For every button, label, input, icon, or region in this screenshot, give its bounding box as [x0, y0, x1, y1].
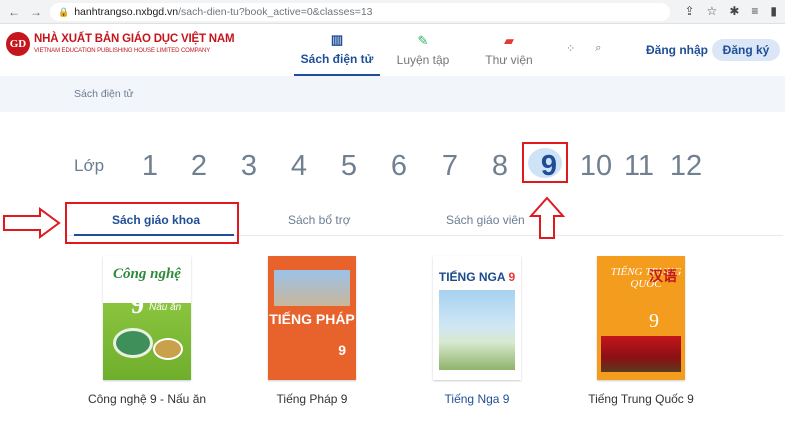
nav-label: Luyện tập: [396, 53, 450, 67]
grade-label: Lớp: [74, 156, 105, 175]
book-card[interactable]: TIẾNG TRUNG QUỐC 汉语 9 Tiếng Trung Quốc 9: [561, 256, 721, 406]
publisher-logo[interactable]: GD NHÀ XUẤT BẢN GIÁO DỤC VIỆT NAM VIETNA…: [6, 32, 235, 56]
book-title[interactable]: Tiếng Pháp 9: [232, 392, 392, 406]
nav-label: Sách điện tử: [300, 52, 374, 66]
logo-badge: GD: [6, 32, 30, 56]
grade-3[interactable]: 3: [224, 150, 274, 183]
book-icon: ▥: [330, 32, 344, 47]
library-icon: ▰: [504, 33, 514, 48]
lock-icon: 🔒: [58, 6, 70, 17]
book-cover[interactable]: TIẾNG TRUNG QUỐC 汉语 9: [597, 256, 685, 380]
nav-label: Thư viện: [485, 53, 533, 67]
share-icon[interactable]: ⇪: [684, 4, 694, 18]
browser-toolbar: ← → ⟳ 🔒 hanhtrangso.nxbgd.vn/sach-dien-t…: [0, 0, 785, 24]
grade-highlight-box: [522, 142, 568, 183]
nav-thu-vien[interactable]: ▰ Thư viện: [466, 24, 552, 76]
grade-7[interactable]: 7: [424, 150, 476, 183]
grade-8[interactable]: 8: [476, 150, 524, 183]
grade-4[interactable]: 4: [274, 150, 324, 183]
grade-2[interactable]: 2: [174, 150, 224, 183]
book-cover[interactable]: TIẾNG PHÁP 9: [268, 256, 356, 380]
address-bar[interactable]: 🔒 hanhtrangso.nxbgd.vn/sach-dien-tu?book…: [50, 3, 670, 21]
star-icon[interactable]: ☆: [707, 4, 718, 18]
tab-highlight-box: [65, 202, 239, 244]
login-link[interactable]: Đăng nhập: [646, 43, 708, 57]
book-title[interactable]: Công nghệ 9 - Nấu ăn: [67, 392, 227, 406]
book-title[interactable]: Tiếng Trung Quốc 9: [561, 392, 721, 406]
pencil-icon: ✎: [417, 33, 429, 48]
book-card[interactable]: Công nghệ 9 Nấu ăn Công nghệ 9 - Nấu ăn: [67, 256, 227, 406]
grade-10[interactable]: 10: [574, 150, 618, 183]
grade-12[interactable]: 12: [660, 150, 712, 183]
nav-sach-dien-tu[interactable]: ▥ Sách điện tử: [294, 24, 380, 76]
grade-11[interactable]: 11: [618, 150, 660, 183]
forward-icon[interactable]: →: [30, 5, 42, 19]
main-nav: ▥ Sách điện tử ✎ Luyện tập ▰ Thư viện: [294, 24, 552, 76]
arrow-right-icon: [3, 207, 61, 239]
logo-subtitle: VIETNAM EDUCATION PUBLISHING HOUSE LIMIT…: [34, 47, 211, 54]
book-card[interactable]: TIẾNG NGA 9 Tiếng Nga 9: [397, 256, 557, 406]
arrow-up-icon: [528, 196, 566, 239]
book-card[interactable]: TIẾNG PHÁP 9 Tiếng Pháp 9: [232, 256, 392, 406]
url-host: hanhtrangso.nxbgd.vn: [74, 6, 179, 18]
logo-title: NHÀ XUẤT BẢN GIÁO DỤC VIỆT NAM: [34, 33, 235, 46]
media-icon[interactable]: ≡: [751, 4, 758, 18]
breadcrumb-item: Sách điện tử: [74, 88, 134, 100]
search-icon[interactable]: ⌕: [595, 42, 601, 55]
site-header: GD NHÀ XUẤT BẢN GIÁO DỤC VIỆT NAM VIETNA…: [0, 24, 785, 76]
back-icon[interactable]: ←: [8, 5, 20, 19]
url-path: /sach-dien-tu?book_active=0&classes=13: [178, 6, 373, 18]
register-button[interactable]: Đăng ký: [712, 39, 780, 61]
extensions-icon[interactable]: ✱: [729, 4, 739, 18]
breadcrumb: Sách điện tử: [0, 76, 785, 112]
tab-sach-giao-vien[interactable]: Sách giáo viên: [446, 213, 525, 227]
book-cover[interactable]: TIẾNG NGA 9: [433, 256, 521, 380]
grade-1[interactable]: 1: [126, 150, 174, 183]
tab-sach-bo-tro[interactable]: Sách bổ trợ: [288, 213, 351, 227]
apps-grid-icon[interactable]: ⁘: [566, 42, 575, 55]
grade-selector: Lớp 1 2 3 4 5 6 7 8 9 10 11 12: [74, 148, 712, 184]
grade-6[interactable]: 6: [374, 150, 424, 183]
book-cover[interactable]: Công nghệ 9 Nấu ăn: [103, 256, 191, 380]
book-title[interactable]: Tiếng Nga 9: [397, 392, 557, 406]
nav-luyen-tap[interactable]: ✎ Luyện tập: [380, 24, 466, 76]
grade-5[interactable]: 5: [324, 150, 374, 183]
side-panel-icon[interactable]: ▮: [770, 4, 777, 18]
